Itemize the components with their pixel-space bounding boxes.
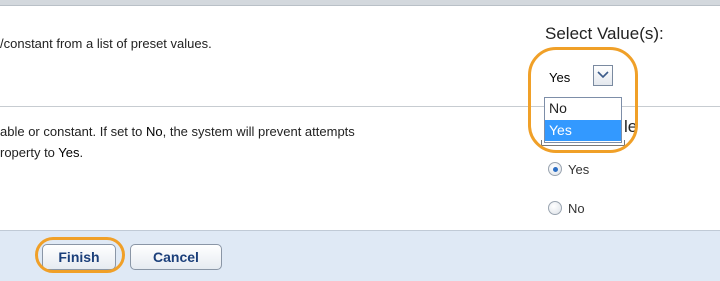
dropdown-option-yes[interactable]: Yes: [545, 120, 621, 141]
value-select-current: Yes: [549, 70, 571, 85]
obscured-label: le: [624, 117, 638, 136]
row2-text-d: .: [79, 145, 84, 160]
cancel-button[interactable]: Cancel: [130, 244, 222, 270]
radio-button-checked[interactable]: [548, 162, 562, 176]
row1-description: /constant from a list of preset values.: [0, 36, 212, 51]
row1-description-text: /constant from a list of preset values.: [0, 36, 212, 51]
select-values-heading: Select Value(s):: [545, 24, 664, 43]
dropdown-toggle-button[interactable]: [593, 65, 613, 86]
value-select[interactable]: Yes: [543, 62, 621, 90]
dropdown-option-no[interactable]: No: [545, 98, 621, 119]
row2-text-a: able or constant. If set to: [0, 124, 146, 139]
chevron-down-icon: [597, 71, 609, 79]
row2-description-line1: able or constant. If set to No, the syst…: [0, 124, 355, 139]
value-dropdown-list: No Yes: [544, 97, 622, 143]
radio-button-unchecked[interactable]: [548, 201, 562, 215]
finish-button[interactable]: Finish: [42, 244, 116, 270]
footer-bar: Finish Cancel: [0, 230, 720, 281]
row2-text-c: roperty to: [0, 145, 59, 160]
row2-keyword-no: No: [145, 124, 163, 139]
dialog-panel: /constant from a list of preset values. …: [0, 0, 720, 281]
row2-text-b: , the system will prevent attempts: [162, 124, 355, 139]
top-border: [0, 0, 720, 6]
row2-keyword-yes: Yes: [58, 145, 80, 160]
radio-label-no: No: [568, 201, 585, 216]
radio-label-yes: Yes: [568, 162, 590, 177]
row2-description-line2: roperty to Yes.: [0, 145, 83, 160]
